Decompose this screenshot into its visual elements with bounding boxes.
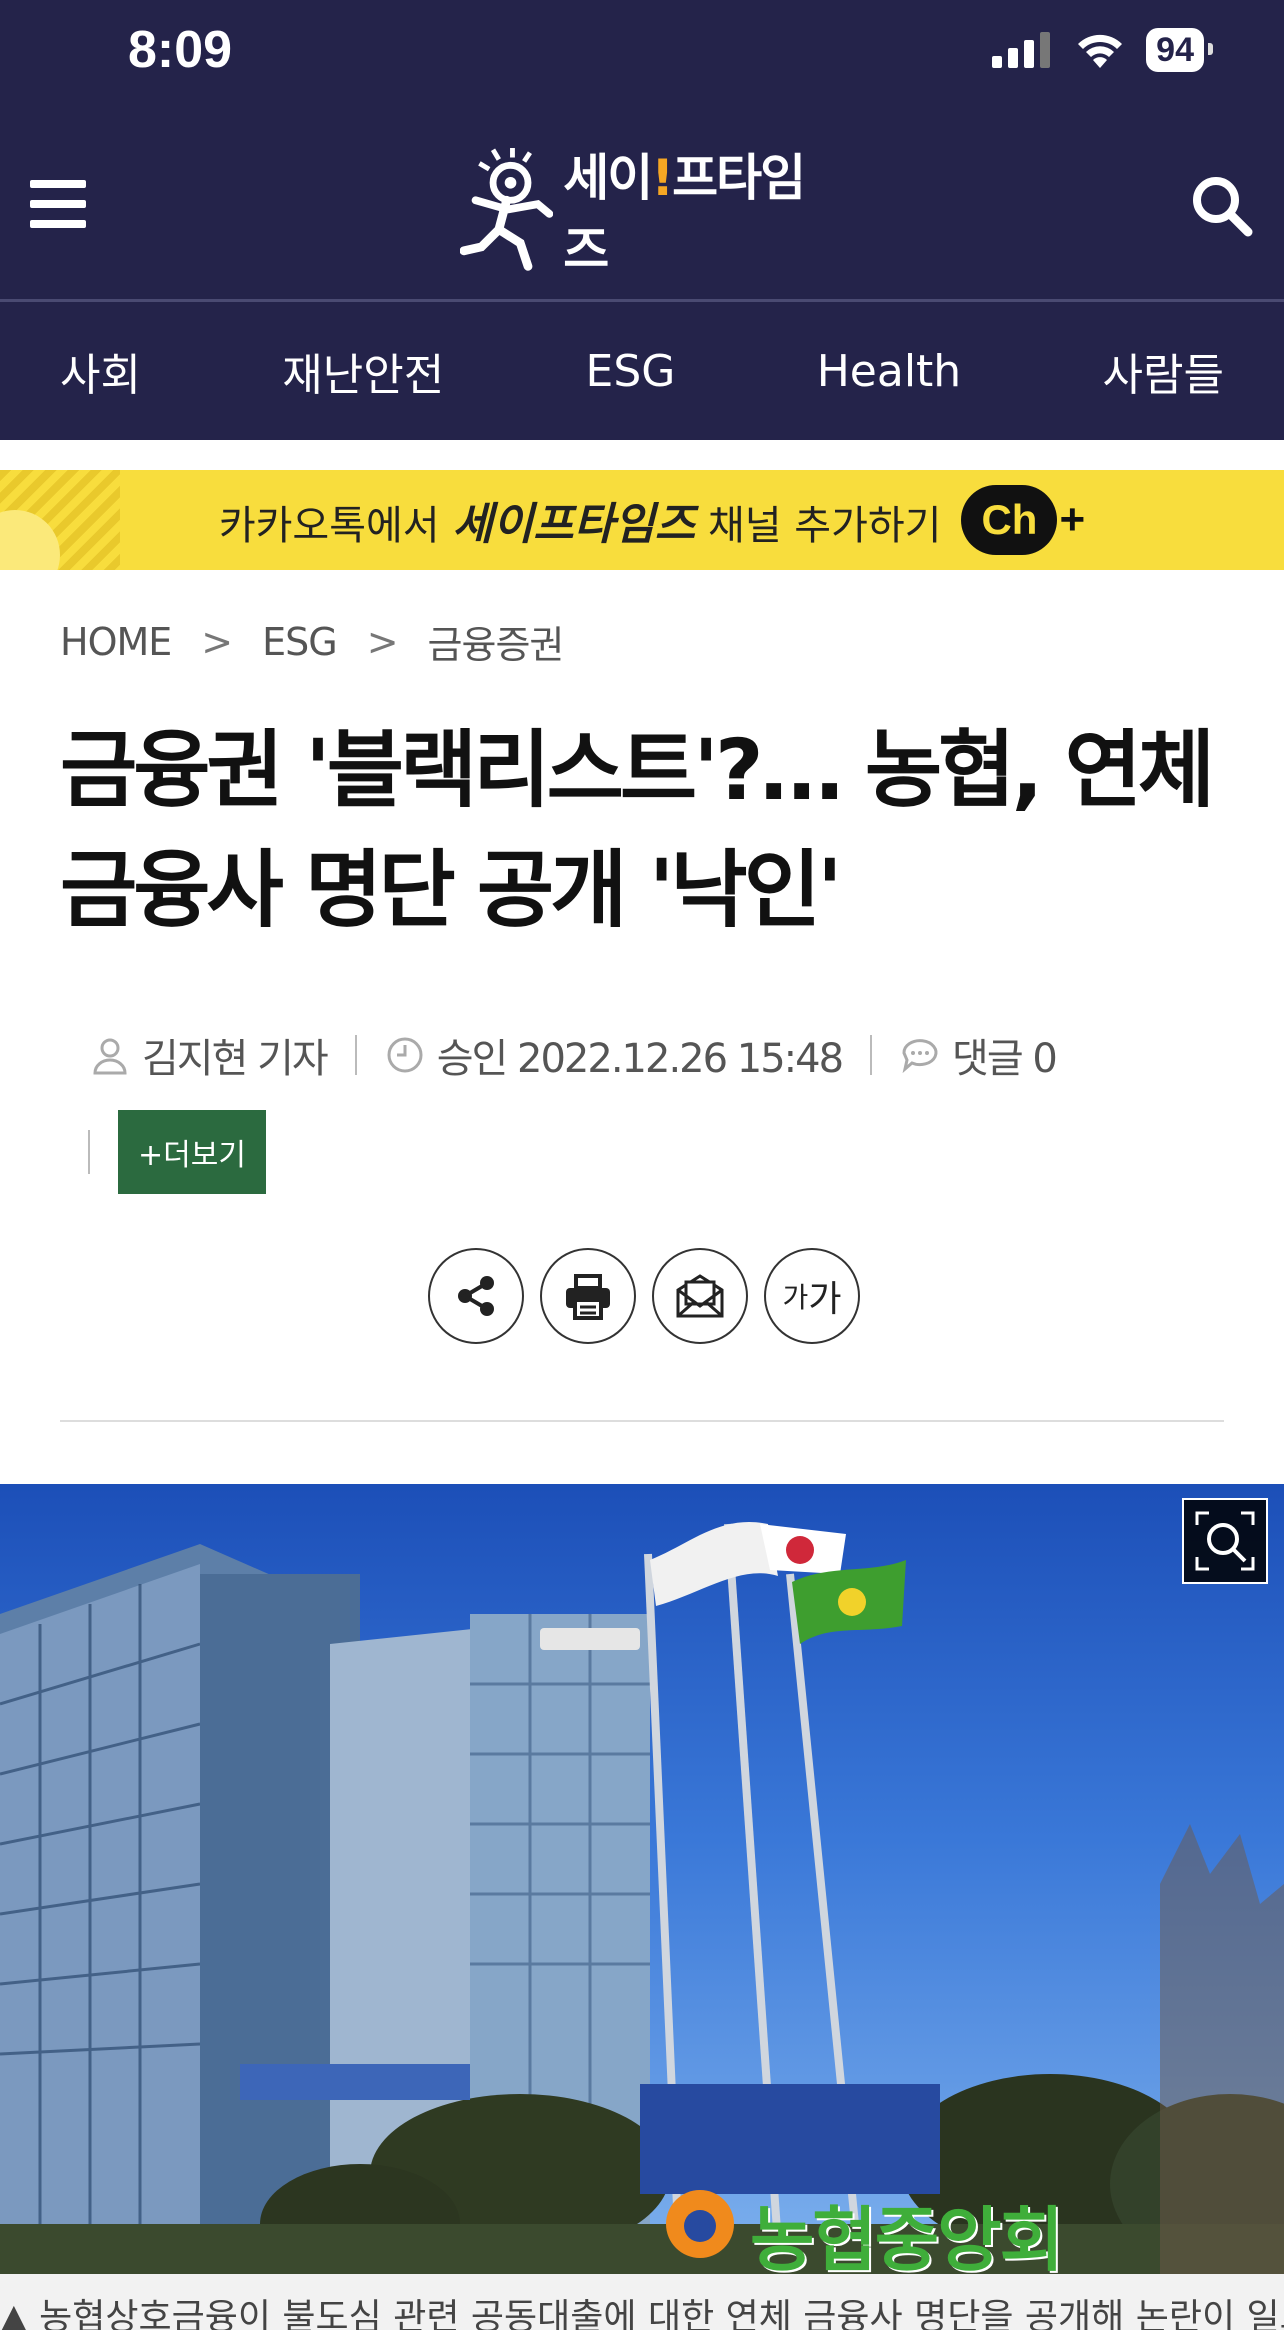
running-man-logo-icon bbox=[460, 148, 554, 271]
font-size-large-label: 가 bbox=[808, 1279, 842, 1320]
print-icon bbox=[566, 1274, 610, 1320]
photo-zoom-button[interactable] bbox=[1182, 1498, 1268, 1584]
breadcrumb-finance[interactable]: 금융증권 bbox=[428, 614, 565, 669]
wifi-icon bbox=[1078, 34, 1123, 68]
signal-icon bbox=[992, 32, 1051, 68]
nav-item-health[interactable]: Health bbox=[817, 346, 961, 397]
approved-date: 승인 2022.12.26 15:48 bbox=[436, 1036, 844, 1082]
search-icon[interactable] bbox=[1190, 174, 1254, 238]
article-meta: 김지현 기자 승인 2022.12.26 15:48 댓글 0 bbox=[90, 1020, 1058, 1090]
meta-divider bbox=[88, 1130, 90, 1174]
print-button[interactable] bbox=[540, 1248, 636, 1344]
photo-caption: ▲ 농협상호금융이 불도심 관련 공동대출에 대한 연체 금융사 명단을 공개해… bbox=[0, 2274, 1284, 2330]
email-button[interactable] bbox=[652, 1248, 748, 1344]
nonghyup-headquarters-photo bbox=[0, 1522, 1284, 2274]
banner-text: 카카오톡에서 세이프타임즈 채널 추가하기 bbox=[218, 499, 942, 550]
kakao-channel-banner[interactable]: 카카오톡에서 세이프타임즈 채널 추가하기 Ch + bbox=[0, 470, 1284, 570]
article-title: 금융권 '블랙리스트'?… 농협, 연체 금융사 명단 공개 '낙인' bbox=[60, 721, 1215, 939]
hamburger-menu-icon[interactable] bbox=[30, 180, 86, 228]
battery-indicator: 94 bbox=[1146, 28, 1213, 72]
breadcrumb-esg[interactable]: ESG bbox=[262, 620, 338, 664]
nav-item-society[interactable]: 사회 bbox=[60, 339, 141, 403]
share-icon bbox=[458, 1276, 494, 1316]
author-name: 김지현 기자 bbox=[142, 1036, 329, 1082]
nav-item-people[interactable]: 사람들 bbox=[1103, 339, 1224, 403]
breadcrumb-chevron-icon: > bbox=[366, 619, 399, 664]
kakao-channel-icon: Ch bbox=[961, 485, 1058, 555]
email-icon bbox=[676, 1274, 724, 1318]
share-button[interactable] bbox=[428, 1248, 524, 1344]
status-time: 8:09 bbox=[128, 21, 233, 79]
nav-item-esg[interactable]: ESG bbox=[586, 346, 676, 397]
comment-icon bbox=[900, 1035, 940, 1075]
status-icons: 94 bbox=[992, 26, 1213, 74]
more-button[interactable]: +더보기 bbox=[118, 1110, 266, 1194]
user-icon bbox=[90, 1035, 130, 1075]
clock-icon bbox=[385, 1035, 425, 1075]
article-tools: 가가 bbox=[428, 1248, 860, 1344]
font-size-small-label: 가 bbox=[782, 1281, 809, 1314]
meta-divider bbox=[354, 1035, 357, 1075]
breadcrumb: HOME > ESG > 금융증권 bbox=[60, 614, 565, 669]
article-photo[interactable]: 농협중앙회 bbox=[0, 1484, 1284, 2274]
section-divider bbox=[60, 1420, 1224, 1422]
more-row: +더보기 bbox=[88, 1110, 266, 1194]
nav-item-disaster-safety[interactable]: 재난안전 bbox=[282, 339, 444, 403]
building-sign: 농협중앙회 bbox=[750, 2199, 1064, 2274]
zoom-icon bbox=[1195, 1511, 1255, 1571]
comment-count[interactable]: 댓글 0 bbox=[952, 1026, 1058, 1084]
meta-divider bbox=[870, 1035, 873, 1075]
logo-wordmark: 세이!프타임즈 bbox=[563, 149, 806, 279]
breadcrumb-home[interactable]: HOME bbox=[60, 620, 172, 664]
category-nav: 사회 재난안전 ESG Health 사람들 bbox=[0, 302, 1284, 440]
breadcrumb-chevron-icon: > bbox=[201, 619, 233, 664]
channel-plus-icon: + bbox=[1059, 495, 1086, 544]
font-size-button[interactable]: 가가 bbox=[764, 1248, 860, 1344]
site-header: 8:09 94 세이!프타임즈 사회 재난안전 ESG Health 사람들 bbox=[0, 0, 1284, 440]
site-logo[interactable]: 세이!프타임즈 bbox=[460, 148, 840, 279]
